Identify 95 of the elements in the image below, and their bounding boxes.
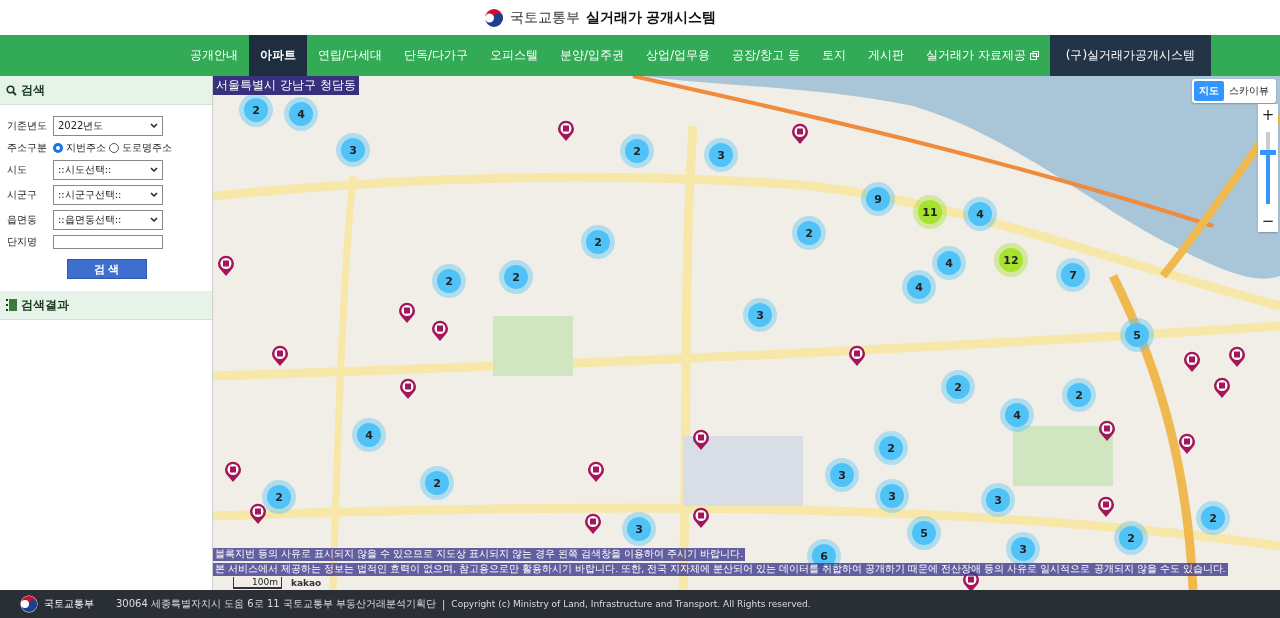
cluster-marker[interactable]: 2 <box>244 98 268 122</box>
cluster-marker[interactable]: 3 <box>709 143 733 167</box>
cluster-marker[interactable]: 2 <box>797 221 821 245</box>
zoom-thumb[interactable] <box>1260 150 1276 155</box>
taegeuk-logo-icon <box>483 7 504 28</box>
cluster-marker[interactable]: 3 <box>830 463 854 487</box>
field-label: 시도 <box>7 163 28 177</box>
nav-tab[interactable]: (구)실거래가공개시스템 <box>1049 35 1212 76</box>
cluster-marker[interactable]: 2 <box>267 485 291 509</box>
building-marker-icon[interactable] <box>848 345 866 367</box>
building-marker-icon[interactable] <box>584 513 602 535</box>
cluster-marker[interactable]: 2 <box>1201 506 1225 530</box>
building-marker-icon[interactable] <box>692 507 710 529</box>
cluster-marker[interactable]: 3 <box>1011 537 1035 561</box>
building-marker-icon[interactable] <box>398 302 416 324</box>
building-marker-icon[interactable] <box>224 461 242 483</box>
footer-ministry: 국토교통부 <box>44 597 94 611</box>
cluster-marker[interactable]: 12 <box>999 248 1023 272</box>
field-label: 주소구분 <box>7 141 48 155</box>
building-marker-icon[interactable] <box>1097 496 1115 518</box>
cluster-marker[interactable]: 4 <box>357 423 381 447</box>
cluster-marker[interactable]: 7 <box>1061 263 1085 287</box>
provider-logo: kakao <box>291 578 322 588</box>
cluster-marker[interactable]: 3 <box>986 488 1010 512</box>
footer-address: 30064 세종특별자치시 도움 6로 11 국토교통부 부동산거래분석기획단 <box>116 597 436 611</box>
building-marker-icon[interactable] <box>557 120 575 142</box>
footer-separator: | <box>442 598 446 610</box>
field-label: 단지명 <box>7 235 38 249</box>
cluster-marker[interactable]: 2 <box>625 139 649 163</box>
building-marker-icon[interactable] <box>1098 420 1116 442</box>
cluster-marker[interactable]: 4 <box>289 102 313 126</box>
zoom-out-button[interactable]: − <box>1258 210 1278 232</box>
ministry-name: 국토교통부 <box>509 8 580 27</box>
cluster-marker[interactable]: 3 <box>627 517 651 541</box>
radio-button[interactable] <box>53 143 63 153</box>
cluster-marker[interactable]: 5 <box>912 521 936 545</box>
select-field[interactable]: ::읍면동선택:: <box>53 210 163 230</box>
building-marker-icon[interactable] <box>271 345 289 367</box>
cluster-marker[interactable]: 4 <box>968 202 992 226</box>
select-field[interactable]: ::시군구선택:: <box>53 185 163 205</box>
cluster-marker[interactable]: 2 <box>879 436 903 460</box>
building-marker-icon[interactable] <box>399 378 417 400</box>
cluster-marker[interactable]: 9 <box>866 187 890 211</box>
cluster-marker[interactable]: 2 <box>437 269 461 293</box>
cluster-marker[interactable]: 5 <box>1125 323 1149 347</box>
cluster-marker[interactable]: 4 <box>937 251 961 275</box>
field-label: 기준년도 <box>7 119 48 133</box>
cluster-marker[interactable]: 3 <box>880 484 904 508</box>
section-title: 검색결과 <box>21 296 69 314</box>
radio-label: 지번주소 <box>66 141 106 155</box>
field-label: 시군구 <box>7 188 38 202</box>
building-marker-icon[interactable] <box>431 320 449 342</box>
chevron-down-icon <box>150 217 158 223</box>
section-title: 검색 <box>21 81 45 99</box>
footer-copyright: Copyright (c) Ministry of Land, Infrastructure and Transport. All Rights reserved. <box>451 599 811 609</box>
cluster-marker[interactable]: 2 <box>1119 526 1143 550</box>
radio-button[interactable] <box>109 143 119 153</box>
chevron-down-icon <box>150 167 158 173</box>
search-icon <box>6 84 17 96</box>
cluster-marker[interactable]: 2 <box>425 471 449 495</box>
zoom-in-button[interactable]: + <box>1258 104 1278 126</box>
select-field[interactable]: ::시도선택:: <box>53 160 163 180</box>
chevron-down-icon <box>150 192 158 198</box>
building-marker-icon[interactable] <box>1178 433 1196 455</box>
building-marker-icon[interactable] <box>217 255 235 277</box>
cluster-marker[interactable]: 11 <box>918 200 942 224</box>
cluster-marker[interactable]: 4 <box>1005 403 1029 427</box>
cluster-marker[interactable]: 3 <box>341 138 365 162</box>
chevron-down-icon <box>150 123 158 129</box>
site-title: 실거래가 공개시스템 <box>585 8 717 27</box>
cluster-marker[interactable]: 2 <box>946 375 970 399</box>
nav-tab[interactable]: 아파트 <box>248 35 307 76</box>
building-marker-icon[interactable] <box>587 461 605 483</box>
cluster-marker[interactable]: 2 <box>504 265 528 289</box>
building-marker-icon[interactable] <box>692 429 710 451</box>
location-label: 서울특별시 강남구 청담동 <box>213 76 359 95</box>
cluster-marker[interactable]: 3 <box>748 303 772 327</box>
building-marker-icon[interactable] <box>791 123 809 145</box>
search-button[interactable]: 검 색 <box>66 259 147 279</box>
building-marker-icon[interactable] <box>1213 377 1231 399</box>
building-marker-icon[interactable] <box>249 503 267 525</box>
external-link-icon <box>1029 51 1039 60</box>
building-marker-icon[interactable] <box>1183 351 1201 373</box>
cluster-marker[interactable]: 2 <box>586 230 610 254</box>
select-field[interactable]: 2022년도 <box>53 116 163 136</box>
radio-label: 도로명주소 <box>122 141 172 155</box>
list-icon <box>6 299 17 311</box>
taegeuk-logo-icon <box>20 595 38 613</box>
cluster-marker[interactable]: 2 <box>1067 383 1091 407</box>
building-marker-icon[interactable] <box>1228 346 1246 368</box>
map-notice: 블록지번 등의 사유로 표시되지 않을 수 있으므로 지도상 표시되지 않는 경우 왼쪽 검색창을 이용하여 주시기 바랍니다. <box>213 548 746 561</box>
input-field[interactable] <box>53 235 163 249</box>
field-label: 읍면동 <box>7 213 38 227</box>
map-notice: 본 서비스에서 제공하는 정보는 법적인 효력이 없으며, 참고용으로만 활용하시기 바랍니다. 또한, 전국 지자체에 분산되어 있는 데이터를 취합하여 공개하기 때문에 전산장애 등의 사유로 일시적으로 공개되지 않을 수도 있습니다. <box>213 563 1228 576</box>
cluster-marker[interactable]: 4 <box>907 275 931 299</box>
